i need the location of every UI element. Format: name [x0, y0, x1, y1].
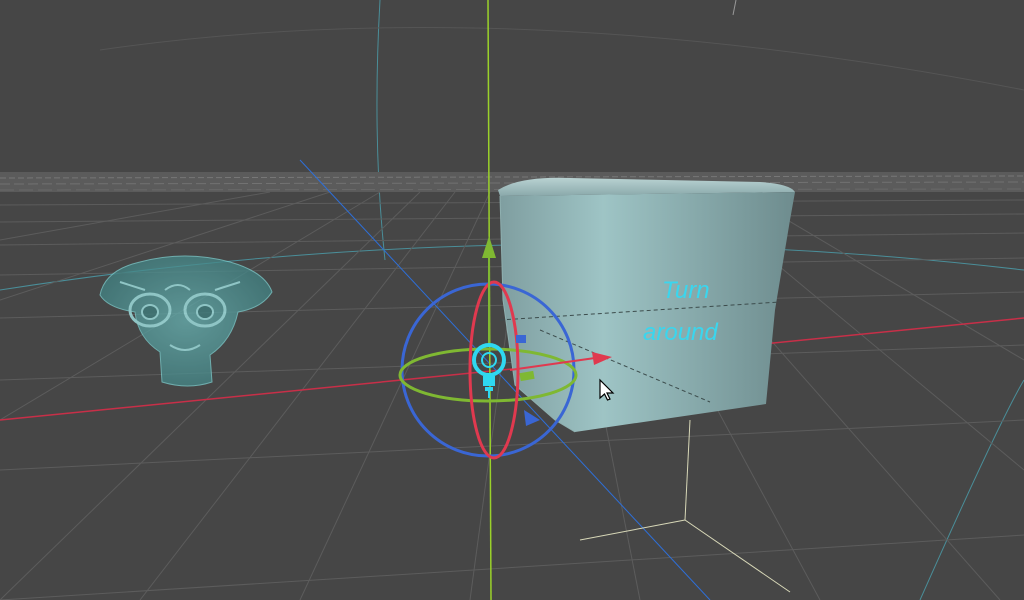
cube-text-line1: Turn	[662, 277, 710, 304]
3d-viewport[interactable]: Turn around	[0, 0, 1024, 600]
cube-text-line2: around	[643, 319, 718, 346]
